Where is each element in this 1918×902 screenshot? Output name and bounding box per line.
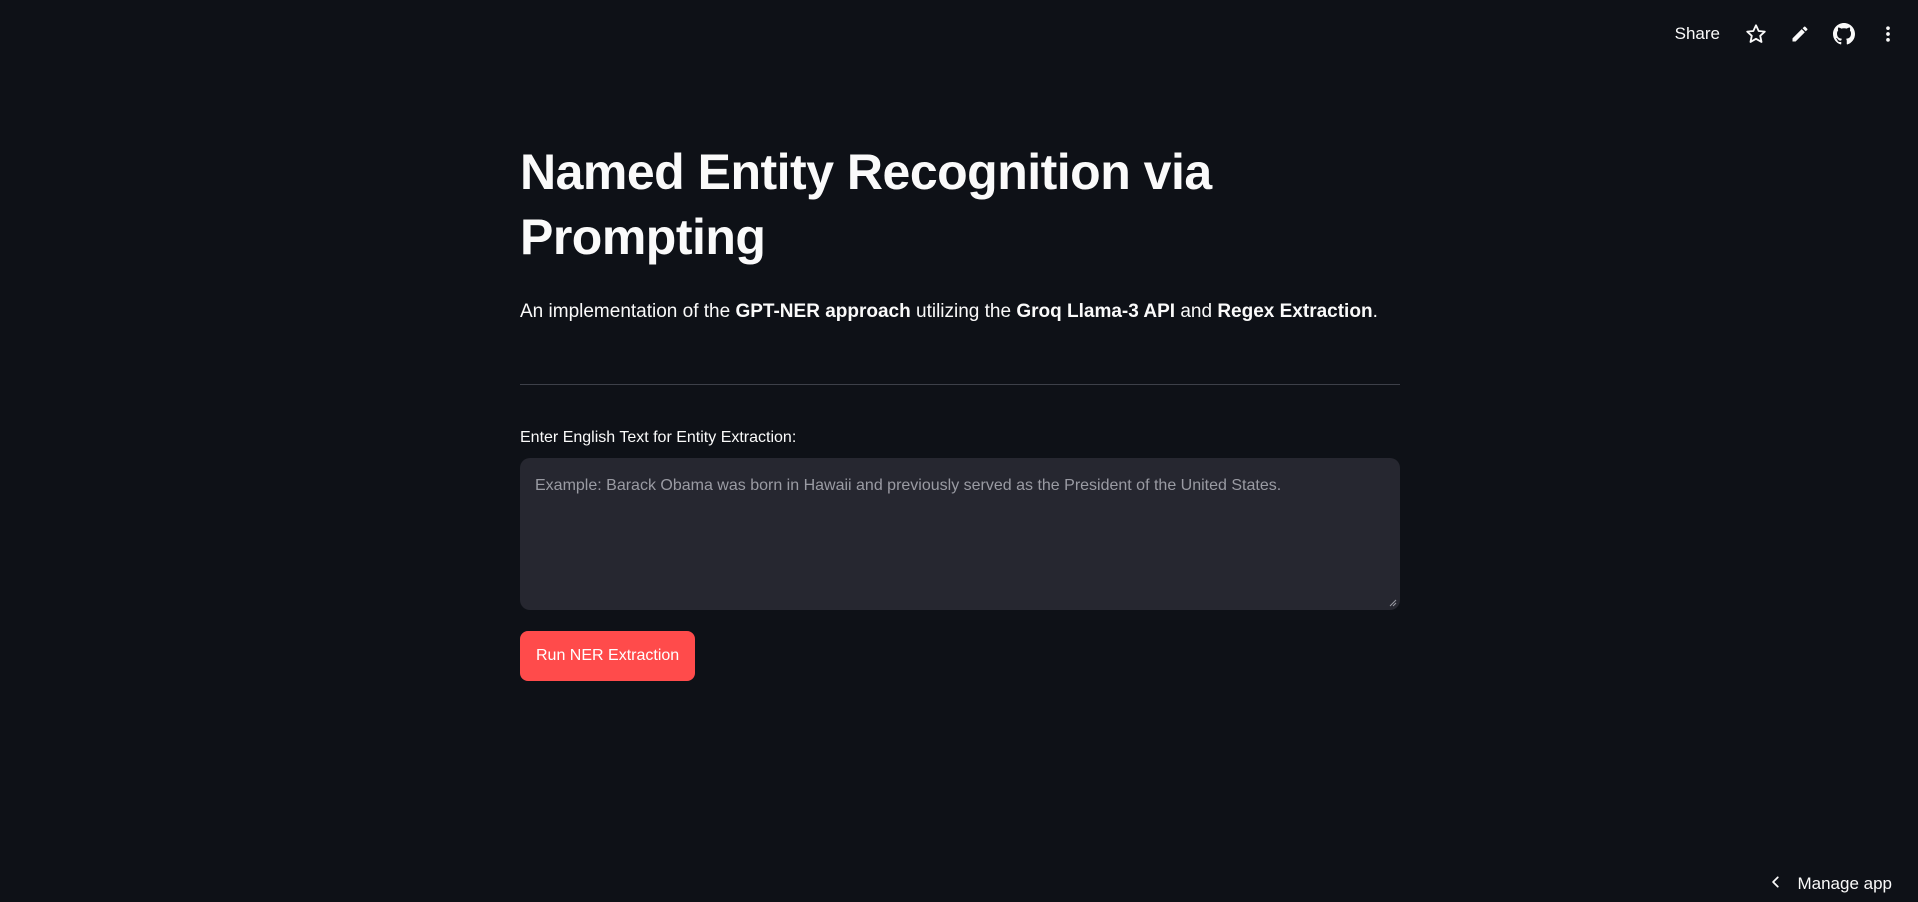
run-ner-button[interactable]: Run NER Extraction xyxy=(520,631,696,681)
star-icon[interactable] xyxy=(1744,22,1768,46)
subtitle-bold-groq: Groq Llama-3 API xyxy=(1016,301,1176,322)
subtitle-bold-regex: Regex Extraction xyxy=(1217,301,1373,322)
page-title: Named Entity Recognition via Prompting xyxy=(520,144,1212,265)
manage-app-button[interactable]: Manage app xyxy=(1769,874,1892,894)
text-input[interactable] xyxy=(520,458,1400,610)
subtitle-text: utilizing the xyxy=(910,301,1017,322)
github-icon[interactable] xyxy=(1832,22,1856,46)
pencil-icon[interactable] xyxy=(1788,22,1812,46)
subtitle-text: and xyxy=(1175,301,1218,322)
page-subtitle: An implementation of the GPT-NER approac… xyxy=(520,298,1400,326)
manage-app-label: Manage app xyxy=(1797,874,1892,893)
app-root: Share Named Entity Recognition via Promp… xyxy=(0,0,1918,902)
chevron-left-icon xyxy=(1769,874,1783,894)
top-toolbar: Share xyxy=(1675,22,1900,46)
share-button[interactable]: Share xyxy=(1675,24,1720,44)
input-label: Enter English Text for Entity Extraction… xyxy=(520,429,797,446)
resize-handle-icon[interactable] xyxy=(1389,599,1397,607)
subtitle-bold-gpt-ner: GPT-NER approach xyxy=(735,301,911,322)
divider xyxy=(520,384,1400,385)
main-content: Named Entity Recognition via Prompting A… xyxy=(520,140,1400,681)
subtitle-text: An implementation of the xyxy=(520,301,736,322)
subtitle-text: . xyxy=(1372,301,1378,322)
text-input-container xyxy=(520,458,1400,610)
more-vertical-icon[interactable] xyxy=(1876,22,1900,46)
